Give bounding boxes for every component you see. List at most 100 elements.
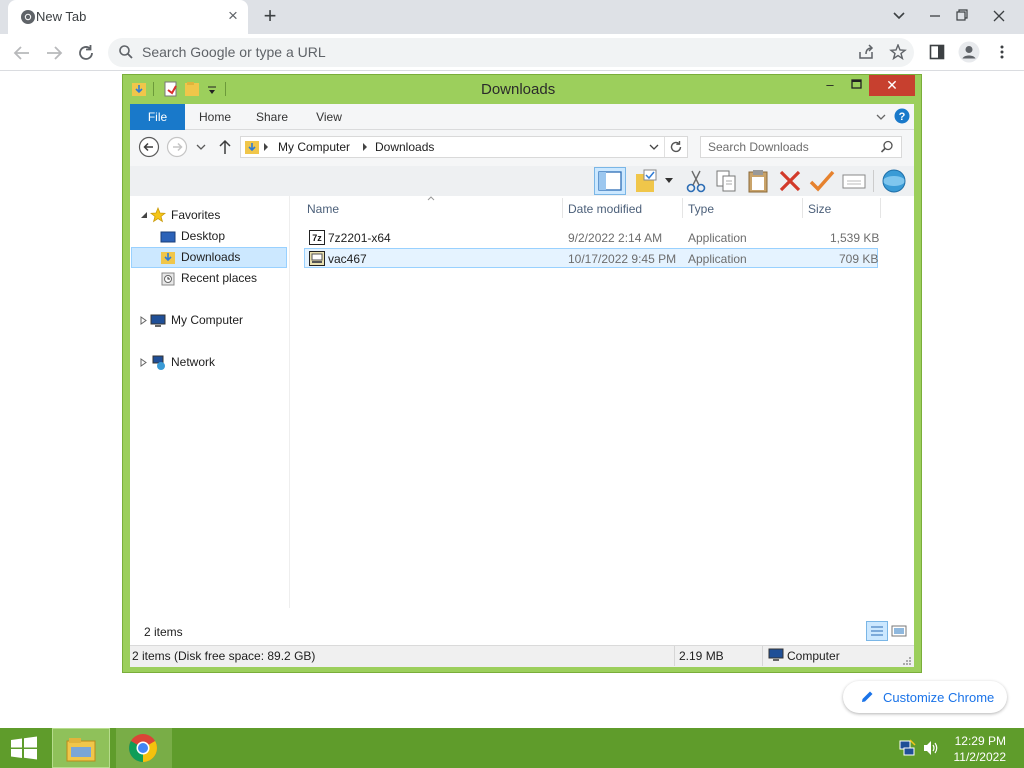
nav-recent-places[interactable]: Recent places <box>181 268 257 288</box>
file-date: 10/17/2022 9:45 PM <box>568 252 677 266</box>
window-close-icon[interactable] <box>984 4 1014 28</box>
resize-grip-icon[interactable] <box>902 656 912 666</box>
column-divider[interactable] <box>682 198 683 218</box>
column-type[interactable]: Type <box>688 202 714 216</box>
search-downloads-placeholder[interactable]: Search Downloads <box>708 140 809 154</box>
address-divider <box>664 137 665 157</box>
tab-search-chevron-icon[interactable] <box>884 4 914 28</box>
column-divider[interactable] <box>802 198 803 218</box>
new-folder-icon[interactable] <box>184 81 200 97</box>
network-globe-icon[interactable] <box>880 168 908 194</box>
status-size: 2.19 MB <box>679 649 724 663</box>
window-title: Downloads <box>481 81 556 98</box>
search-icon <box>119 45 133 59</box>
breadcrumb-arrow-icon[interactable] <box>263 143 269 151</box>
column-size[interactable]: Size <box>808 202 831 216</box>
clock-time[interactable]: 12:29 PM <box>936 734 1006 748</box>
computer-icon <box>768 648 784 661</box>
properties-icon[interactable] <box>164 81 178 97</box>
favorites-expand-icon[interactable] <box>140 211 148 219</box>
back-button-icon[interactable] <box>138 136 160 158</box>
folder-down-icon <box>132 83 146 96</box>
breadcrumb-downloads[interactable]: Downloads <box>375 140 434 154</box>
recent-locations-chevron-icon[interactable] <box>195 142 207 152</box>
profile-avatar-icon[interactable] <box>958 41 980 63</box>
column-name[interactable]: Name <box>307 202 339 216</box>
computer-expand-icon[interactable] <box>140 316 148 325</box>
nav-desktop[interactable]: Desktop <box>181 226 225 246</box>
windows-start-icon[interactable] <box>10 736 38 760</box>
chrome-icon <box>129 734 157 762</box>
tab-new-tab[interactable]: New Tab × <box>8 0 248 34</box>
network-expand-icon[interactable] <box>140 358 148 367</box>
file-name[interactable]: vac467 <box>328 252 367 266</box>
pencil-icon <box>862 691 873 702</box>
share-icon[interactable] <box>857 44 875 60</box>
status-divider <box>674 646 675 666</box>
explorer-close-icon[interactable]: ✕ <box>869 75 915 96</box>
copy-icon[interactable] <box>712 168 740 194</box>
column-divider[interactable] <box>562 198 563 218</box>
file-type: Application <box>688 252 747 266</box>
column-date-modified[interactable]: Date modified <box>568 202 642 216</box>
bookmark-star-icon[interactable] <box>889 44 907 60</box>
select-folder-icon[interactable] <box>634 168 662 194</box>
forward-button-icon[interactable] <box>166 136 188 158</box>
reload-icon[interactable] <box>73 40 99 66</box>
rename-check-icon[interactable] <box>808 168 836 194</box>
favorites-star-icon <box>150 207 166 223</box>
preview-pane-icon <box>598 171 622 191</box>
cut-icon[interactable] <box>682 168 710 194</box>
item-count: 2 items <box>144 625 183 639</box>
clock-date[interactable]: 11/2/2022 <box>936 750 1007 764</box>
explorer-minimize-icon[interactable]: – <box>817 76 843 94</box>
ribbon-tab-file[interactable]: File <box>130 104 185 130</box>
ribbon-tab-share[interactable]: Share <box>251 104 293 130</box>
back-arrow-icon[interactable] <box>9 40 35 66</box>
forward-arrow-icon[interactable] <box>41 40 67 66</box>
explorer-maximize-icon[interactable] <box>843 76 869 94</box>
chrome-menu-icon[interactable] <box>996 44 1008 60</box>
large-icons-view-icon[interactable] <box>890 621 908 641</box>
status-location: Computer <box>787 649 840 663</box>
address-dropdown-icon[interactable] <box>648 142 660 152</box>
paste-icon[interactable] <box>744 168 772 194</box>
column-divider[interactable] <box>880 198 881 218</box>
ribbon-expand-chevron-icon[interactable] <box>875 111 887 123</box>
properties-window-icon[interactable] <box>840 168 868 194</box>
ribbon-tab-view[interactable]: View <box>309 104 349 130</box>
select-dropdown-icon[interactable] <box>664 177 674 185</box>
qat-divider <box>225 82 226 96</box>
ribbon-tab-home[interactable]: Home <box>193 104 237 130</box>
breadcrumb-my-computer[interactable]: My Computer <box>278 140 350 154</box>
network-tray-icon[interactable] <box>898 739 916 757</box>
sort-arrow-icon <box>427 196 435 201</box>
file-date: 9/2/2022 2:14 AM <box>568 231 663 245</box>
restore-icon[interactable] <box>946 4 976 28</box>
command-divider <box>873 170 874 192</box>
svg-text:?: ? <box>899 111 906 123</box>
installer-app-icon <box>309 251 325 266</box>
customize-chrome-label[interactable]: Customize Chrome <box>883 690 994 705</box>
side-panel-icon[interactable] <box>929 44 945 60</box>
status-summary: 2 items (Disk free space: 89.2 GB) <box>132 649 316 663</box>
new-tab-button[interactable]: + <box>258 5 282 29</box>
up-arrow-icon[interactable] <box>217 138 233 156</box>
nav-favorites[interactable]: Favorites <box>171 205 220 225</box>
breadcrumb-arrow-icon[interactable] <box>362 143 368 151</box>
qat-dropdown-icon[interactable] <box>206 84 218 96</box>
nav-my-computer[interactable]: My Computer <box>171 310 243 330</box>
chrome-favicon-icon <box>21 10 35 24</box>
refresh-icon[interactable] <box>668 139 684 155</box>
nav-network[interactable]: Network <box>171 352 215 372</box>
search-icon[interactable] <box>880 140 894 154</box>
network-icon <box>152 355 165 370</box>
file-name[interactable]: 7z2201-x64 <box>328 231 391 245</box>
nav-downloads[interactable]: Downloads <box>181 247 240 267</box>
details-view-icon[interactable] <box>866 621 888 641</box>
omnibox-placeholder[interactable]: Search Google or type a URL <box>142 44 326 60</box>
tab-close-icon[interactable]: × <box>224 7 242 25</box>
help-icon[interactable]: ? <box>894 108 910 124</box>
desktop-icon <box>160 231 176 243</box>
delete-icon[interactable] <box>776 168 804 194</box>
